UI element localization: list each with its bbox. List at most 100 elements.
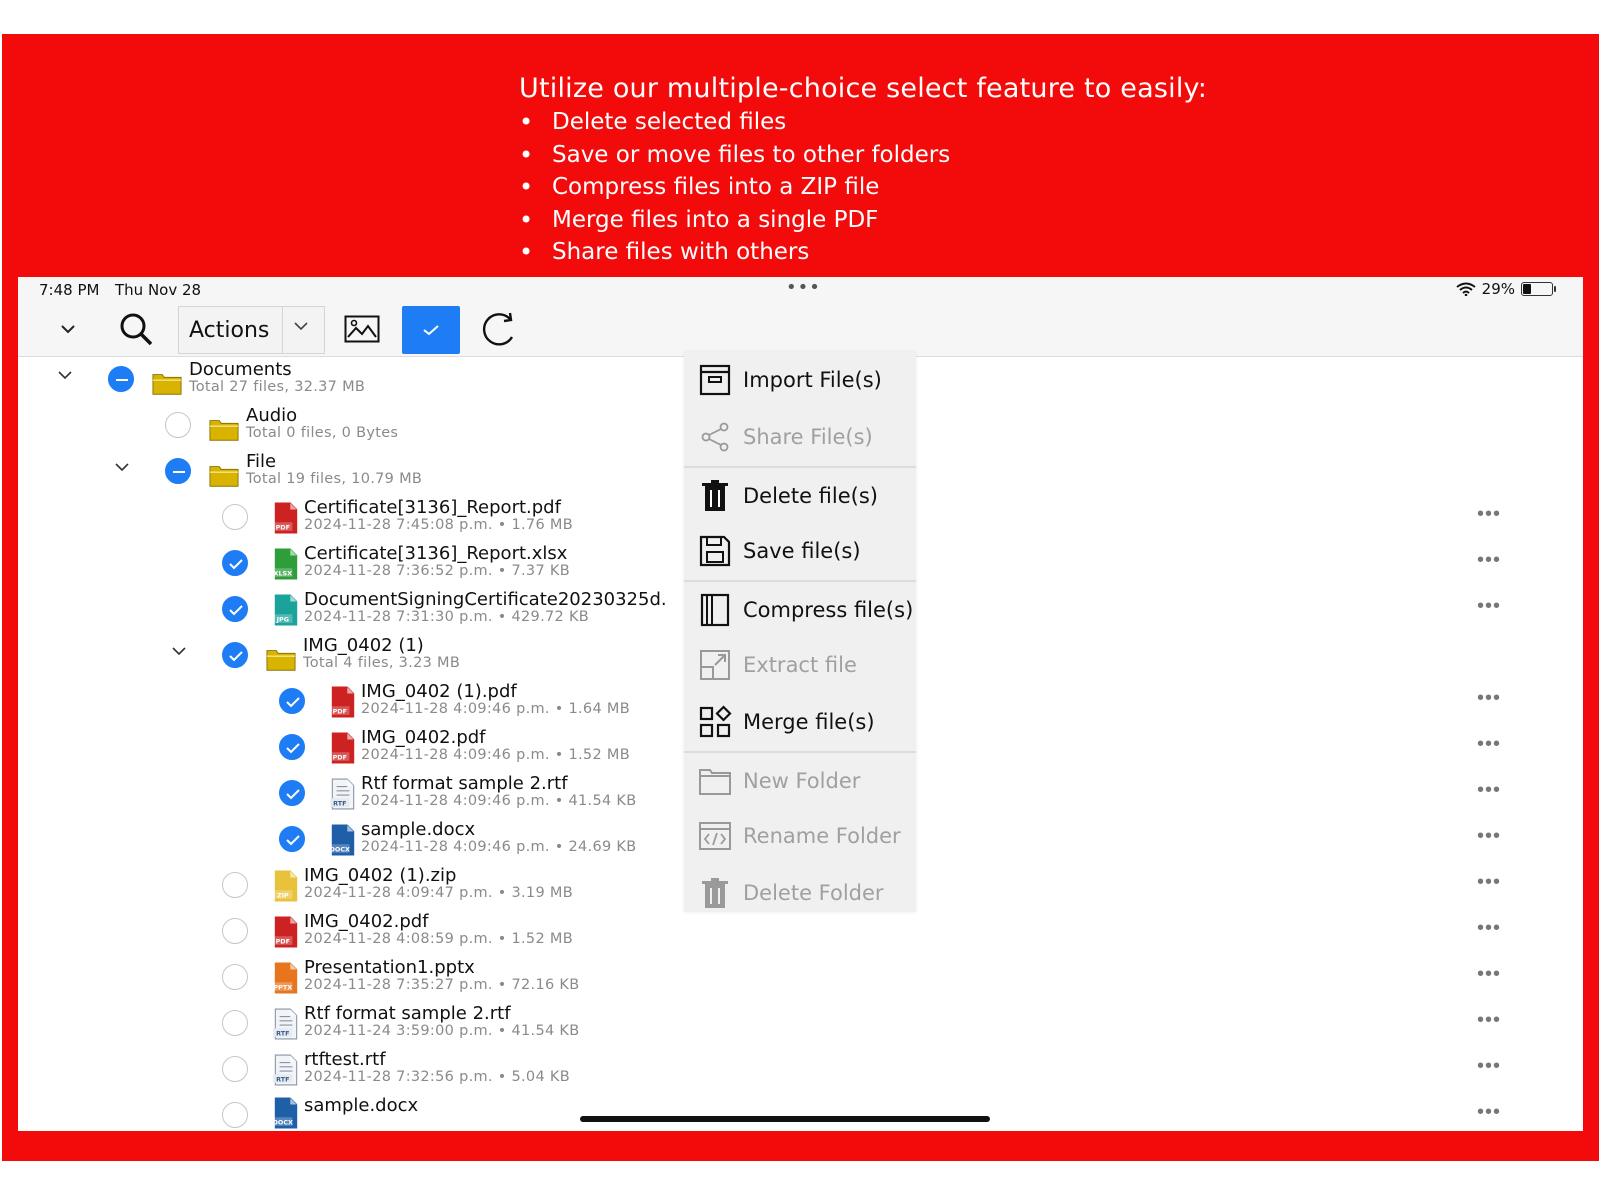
multi-select-button[interactable] bbox=[402, 306, 460, 354]
item-meta: 2024-11-28 4:09:46 p.m. • 41.54 KB bbox=[361, 793, 637, 809]
item-meta: Total 4 files, 3.23 MB bbox=[303, 655, 461, 671]
file-row[interactable]: PPTX Presentation1.pptx 2024-11-28 7:35:27… bbox=[18, 955, 1583, 1002]
svg-text:XLSX: XLSX bbox=[274, 570, 293, 578]
item-meta: Total 19 files, 10.79 MB bbox=[246, 471, 423, 487]
select-checkbox[interactable] bbox=[222, 872, 248, 898]
item-name: IMG_0402 (1) bbox=[303, 635, 424, 656]
folder-icon bbox=[209, 420, 239, 441]
more-options-icon[interactable]: ••• bbox=[1477, 1009, 1501, 1032]
image-icon bbox=[344, 315, 380, 343]
menu-item-compress-file-s[interactable]: Compress file(s) bbox=[684, 580, 916, 639]
docx-file-icon: DOCX bbox=[330, 824, 355, 856]
actions-dropdown[interactable]: Actions bbox=[178, 306, 325, 354]
menu-item-delete-folder[interactable]: Delete Folder bbox=[684, 865, 916, 922]
select-checkbox[interactable] bbox=[222, 1056, 248, 1082]
item-name: Rtf format sample 2.rtf bbox=[304, 1003, 511, 1024]
menu-item-label: Merge file(s) bbox=[743, 710, 875, 734]
more-options-icon[interactable]: ••• bbox=[1477, 917, 1501, 940]
select-checkbox[interactable] bbox=[222, 1010, 248, 1036]
svg-text:RTF: RTF bbox=[333, 800, 346, 808]
menu-item-label: New Folder bbox=[743, 769, 861, 793]
chevron-down-icon[interactable] bbox=[171, 646, 187, 656]
item-name: Certificate[3136]_Report.xlsx bbox=[304, 543, 568, 564]
checkmark-icon bbox=[423, 325, 439, 336]
select-checkbox[interactable] bbox=[165, 412, 191, 438]
compress-icon bbox=[700, 593, 730, 627]
select-checkbox[interactable] bbox=[222, 918, 248, 944]
home-indicator[interactable] bbox=[580, 1116, 990, 1122]
folder-icon bbox=[152, 374, 182, 395]
select-checkbox[interactable] bbox=[222, 550, 248, 576]
chevron-down-icon bbox=[294, 322, 308, 331]
ipad-screen: 7:48 PM Thu Nov 28 ••• 29% Actions Docum… bbox=[18, 277, 1583, 1131]
svg-text:RTF: RTF bbox=[276, 1076, 289, 1084]
more-options-icon[interactable]: ••• bbox=[1477, 687, 1501, 710]
more-options-icon[interactable]: ••• bbox=[1477, 595, 1501, 618]
item-name: Rtf format sample 2.rtf bbox=[361, 773, 568, 794]
select-checkbox[interactable] bbox=[108, 366, 134, 392]
xlsx-file-icon: XLSX bbox=[273, 548, 298, 580]
item-meta: 2024-11-28 7:32:56 p.m. • 5.04 KB bbox=[304, 1069, 570, 1085]
select-checkbox[interactable] bbox=[222, 964, 248, 990]
svg-text:ZIP: ZIP bbox=[277, 892, 289, 900]
more-options-icon[interactable]: ••• bbox=[1477, 1055, 1501, 1078]
promo-bullet: Delete selected files bbox=[519, 106, 1207, 139]
folder-icon bbox=[209, 466, 239, 487]
select-checkbox[interactable] bbox=[222, 596, 248, 622]
merge-icon bbox=[699, 705, 732, 738]
pdf-file-icon: PDF bbox=[273, 502, 298, 534]
menu-item-extract-file[interactable]: Extract file bbox=[684, 637, 916, 694]
menu-item-import-file-s[interactable]: Import File(s) bbox=[684, 352, 916, 409]
more-options-icon[interactable]: ••• bbox=[1477, 871, 1501, 894]
select-checkbox[interactable] bbox=[279, 826, 305, 852]
menu-item-rename-folder[interactable]: Rename Folder bbox=[684, 808, 916, 865]
select-checkbox[interactable] bbox=[222, 504, 248, 530]
image-button[interactable] bbox=[340, 302, 384, 356]
menu-item-new-folder[interactable]: New Folder bbox=[684, 751, 916, 810]
zip-file-icon: ZIP bbox=[273, 870, 298, 902]
more-options-icon[interactable]: ••• bbox=[1477, 963, 1501, 986]
item-meta: 2024-11-28 7:36:52 p.m. • 7.37 KB bbox=[304, 563, 570, 579]
select-checkbox[interactable] bbox=[222, 1102, 248, 1128]
search-button[interactable] bbox=[114, 302, 158, 356]
refresh-button[interactable] bbox=[478, 302, 522, 356]
item-name: IMG_0402 (1).pdf bbox=[361, 681, 517, 702]
select-checkbox[interactable] bbox=[279, 734, 305, 760]
file-row[interactable]: RTF Rtf format sample 2.rtf 2024-11-24 3:5… bbox=[18, 1001, 1583, 1048]
more-options-icon[interactable]: ••• bbox=[1477, 549, 1501, 572]
svg-text:DOCX: DOCX bbox=[273, 1119, 293, 1127]
svg-text:PDF: PDF bbox=[276, 938, 290, 946]
docx-file-icon: DOCX bbox=[273, 1097, 298, 1129]
pdf-file-icon: PDF bbox=[273, 916, 298, 948]
chevron-down-icon[interactable] bbox=[57, 370, 73, 380]
delete-folder-icon bbox=[702, 878, 728, 908]
status-bar: 7:48 PM Thu Nov 28 ••• 29% bbox=[18, 277, 1583, 302]
more-options-icon[interactable]: ••• bbox=[1477, 733, 1501, 756]
menu-item-label: Delete Folder bbox=[743, 881, 884, 905]
select-checkbox[interactable] bbox=[279, 780, 305, 806]
more-options-icon[interactable]: ••• bbox=[1477, 1101, 1501, 1124]
chevron-down-icon[interactable] bbox=[114, 462, 130, 472]
select-checkbox[interactable] bbox=[222, 642, 248, 668]
menu-item-save-file-s[interactable]: Save file(s) bbox=[684, 523, 916, 580]
menu-item-share-file-s[interactable]: Share File(s) bbox=[684, 409, 916, 466]
item-name: IMG_0402 (1).zip bbox=[304, 865, 457, 886]
status-time: 7:48 PM bbox=[39, 281, 100, 299]
select-checkbox[interactable] bbox=[279, 688, 305, 714]
collapse-all-button[interactable] bbox=[48, 302, 88, 356]
more-options-icon[interactable]: ••• bbox=[1477, 779, 1501, 802]
more-options-icon[interactable]: ••• bbox=[1477, 503, 1501, 526]
more-options-icon[interactable]: ••• bbox=[1477, 825, 1501, 848]
rtf-file-icon: RTF bbox=[273, 1054, 298, 1086]
actions-menu: Import File(s) Share File(s) Delete file(s… bbox=[684, 352, 916, 912]
pdf-file-icon: PDF bbox=[330, 686, 355, 718]
file-row[interactable]: RTF rtftest.rtf 2024-11-28 7:32:56 p.m. • … bbox=[18, 1047, 1583, 1094]
file-row[interactable]: DOCX sample.docx ••• bbox=[18, 1093, 1583, 1131]
menu-item-label: Rename Folder bbox=[743, 824, 901, 848]
menu-item-delete-file-s[interactable]: Delete file(s) bbox=[684, 466, 916, 525]
item-meta: 2024-11-28 4:09:46 p.m. • 24.69 KB bbox=[361, 839, 637, 855]
multitask-dots-icon[interactable]: ••• bbox=[786, 277, 821, 298]
menu-item-merge-file-s[interactable]: Merge file(s) bbox=[684, 694, 916, 751]
item-meta: 2024-11-28 7:35:27 p.m. • 72.16 KB bbox=[304, 977, 580, 993]
select-checkbox[interactable] bbox=[165, 458, 191, 484]
